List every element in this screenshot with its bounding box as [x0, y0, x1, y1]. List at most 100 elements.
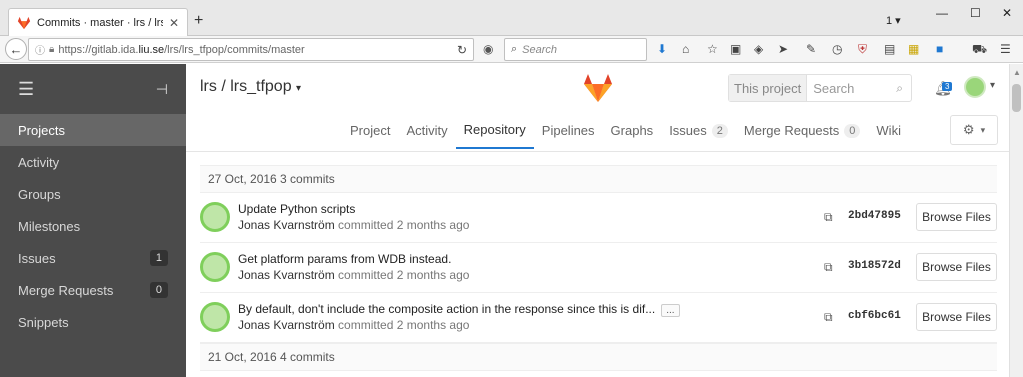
sidebar: ☰ ⊣ Projects Activity Groups Milestones …	[0, 64, 186, 377]
tab-merge-requests[interactable]: Merge Requests 0	[736, 116, 869, 149]
tab-label: Pipelines	[541, 123, 595, 138]
browser-search-input[interactable]: ⌕ Search	[504, 38, 647, 61]
commit-meta: Jonas Kvarnström committed 2 months ago	[238, 218, 469, 232]
tab-activity[interactable]: Activity	[398, 116, 455, 149]
commits-day-header: 21 Oct, 2016 4 commits	[200, 343, 997, 371]
chevron-down-icon[interactable]: ▾	[296, 83, 301, 94]
commit-meta: Jonas Kvarnström committed 2 months ago	[238, 268, 469, 282]
sidebar-item-merge-requests[interactable]: Merge Requests 0	[0, 274, 186, 306]
project-breadcrumb[interactable]: lrs / lrs_tfpop ▾	[200, 78, 301, 96]
new-tab-icon[interactable]: +	[194, 12, 203, 30]
url-bar[interactable]: ⓘ 🔒︎ https://gitlab.ida.liu.se/lrs/lrs_t…	[28, 38, 474, 61]
commit-title-wrapper: By default, don't include the composite …	[238, 302, 680, 317]
tab-graphs[interactable]: Graphs	[603, 116, 662, 149]
gitlab-favicon-icon	[17, 16, 31, 29]
browser-tab[interactable]: Commits · master · lrs / lrs_tfpop ·... …	[8, 8, 188, 36]
pocket-icon[interactable]: ◈	[754, 42, 763, 56]
back-button[interactable]: ←	[5, 38, 27, 60]
chevron-down-icon[interactable]: ▾	[990, 80, 995, 91]
author-avatar[interactable]	[200, 302, 230, 332]
commit-time: committed 2 months ago	[338, 318, 470, 332]
page-scrollbar[interactable]: ▲	[1009, 64, 1023, 377]
scroll-up-icon[interactable]: ▲	[1013, 68, 1021, 77]
commit-author[interactable]: Jonas Kvarnström	[238, 318, 335, 332]
menu-icon[interactable]: ☰	[1000, 42, 1011, 56]
commit-meta: Jonas Kvarnström committed 2 months ago	[238, 318, 469, 332]
commit-sha[interactable]: cbf6bc61	[848, 310, 901, 322]
scroll-thumb[interactable]	[1012, 84, 1021, 112]
browse-files-button[interactable]: Browse Files	[916, 253, 997, 281]
clipboard-icon[interactable]: ▣	[730, 42, 741, 56]
copy-sha-icon[interactable]: ⧉	[824, 310, 833, 325]
tab-count[interactable]: 1 ▾	[886, 14, 901, 27]
timer-icon[interactable]: ◷	[832, 42, 842, 56]
todo-count-badge: 3	[942, 82, 953, 91]
browse-files-button[interactable]: Browse Files	[916, 203, 997, 231]
rss-icon[interactable]: ◉	[483, 42, 493, 56]
sidebar-item-groups[interactable]: Groups	[0, 178, 186, 210]
merge-requests-tab-count: 0	[844, 123, 861, 138]
search-icon: ⌕	[896, 80, 903, 95]
settings-dropdown-button[interactable]: ⚙ ▾	[950, 115, 998, 145]
expand-message-button[interactable]: ...	[661, 304, 680, 317]
commit-title[interactable]: Get platform params from WDB instead.	[238, 252, 451, 266]
maximize-icon[interactable]: ☐	[970, 6, 981, 20]
sidebar-item-snippets[interactable]: Snippets	[0, 306, 186, 338]
commit-author[interactable]: Jonas Kvarnström	[238, 268, 335, 282]
search-placeholder: Search	[813, 80, 855, 96]
search-scope-label[interactable]: This project	[729, 75, 808, 101]
merge-requests-count-badge: 0	[149, 282, 168, 298]
sidebar-item-issues[interactable]: Issues 1	[0, 242, 186, 274]
pin-icon[interactable]: ⊣	[156, 81, 168, 98]
project-path-text: lrs / lrs_tfpop	[200, 78, 292, 95]
commit-title[interactable]: By default, don't include the composite …	[238, 302, 655, 316]
download-icon[interactable]: ⬇	[657, 42, 667, 56]
minimize-icon[interactable]: —	[936, 6, 948, 20]
project-search-input[interactable]: This project Search ⌕	[728, 74, 912, 102]
sync-icon[interactable]: ⛟	[972, 42, 987, 58]
sidebar-item-milestones[interactable]: Milestones	[0, 210, 186, 242]
author-avatar[interactable]	[200, 252, 230, 282]
info-icon[interactable]: ⓘ	[35, 42, 45, 57]
reload-icon[interactable]: ↻	[457, 43, 467, 57]
bookmark-star-icon[interactable]: ☆	[707, 42, 718, 56]
sidebar-item-label: Activity	[18, 154, 60, 170]
browser-titlebar: Commits · master · lrs / lrs_tfpop ·... …	[0, 0, 1023, 36]
tab-close-icon[interactable]: ✕	[169, 16, 179, 30]
tab-wiki[interactable]: Wiki	[868, 116, 909, 149]
notes-icon[interactable]: ▦	[908, 42, 919, 56]
sidebar-item-activity[interactable]: Activity	[0, 146, 186, 178]
tab-project[interactable]: Project	[342, 116, 398, 149]
issues-tab-count: 2	[711, 123, 728, 138]
tab-repository[interactable]: Repository	[455, 116, 534, 149]
tab-issues[interactable]: Issues 2	[661, 116, 736, 149]
tab-label: Activity	[406, 123, 448, 138]
copy-sha-icon[interactable]: ⧉	[824, 210, 833, 225]
commit-title[interactable]: Update Python scripts	[238, 202, 355, 216]
ublock-icon[interactable]: ⛨	[858, 42, 867, 57]
send-icon[interactable]: ➤	[778, 42, 788, 56]
copy-sha-icon[interactable]: ⧉	[824, 260, 833, 275]
user-avatar[interactable]	[964, 76, 986, 98]
home-icon[interactable]: ⌂	[682, 42, 689, 56]
reader-icon[interactable]: ▤	[884, 42, 895, 56]
tab-label: Issues	[669, 123, 707, 138]
issues-count-badge: 1	[149, 250, 168, 266]
close-window-icon[interactable]: ✕	[1002, 6, 1012, 20]
search-icon: ⌕	[511, 43, 518, 55]
commit-author[interactable]: Jonas Kvarnström	[238, 218, 335, 232]
tab-label: Merge Requests	[743, 123, 840, 138]
gitlab-logo-icon[interactable]	[582, 72, 614, 104]
tab-pipelines[interactable]: Pipelines	[534, 116, 603, 149]
sidebar-item-projects[interactable]: Projects	[0, 114, 186, 146]
lock-icon[interactable]: 🔒︎	[49, 44, 54, 55]
commits-list: 27 Oct, 2016 3 commits Update Python scr…	[186, 152, 1009, 377]
author-avatar[interactable]	[200, 202, 230, 232]
hamburger-icon[interactable]: ☰	[18, 79, 34, 100]
extension-icon[interactable]: ✎	[806, 42, 816, 56]
sidebar-item-label: Milestones	[18, 218, 81, 234]
browse-files-button[interactable]: Browse Files	[916, 303, 997, 331]
commit-sha[interactable]: 2bd47895	[848, 210, 901, 222]
skype-icon[interactable]: ■	[936, 42, 943, 56]
commit-sha[interactable]: 3b18572d	[848, 260, 901, 272]
